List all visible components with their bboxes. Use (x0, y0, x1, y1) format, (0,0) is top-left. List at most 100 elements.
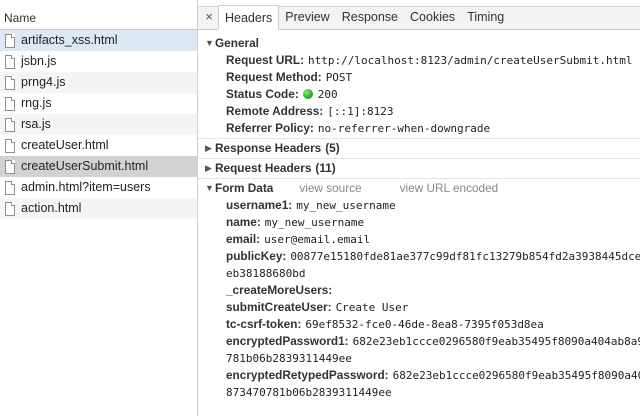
header-count: (5) (325, 141, 340, 155)
divider (198, 178, 640, 179)
field-label: encryptedRetypedPassword: (226, 368, 389, 382)
referrer-policy-row: Referrer Policy: no-referrer-when-downgra… (205, 120, 640, 137)
field-label: username1: (226, 198, 293, 212)
field-value: 00877e15180fde81ae377c99df81fc13279b854f… (290, 250, 640, 263)
remote-address-row: Remote Address: [::1]:8123 (205, 103, 640, 120)
field-value: 69ef8532-fce0-46de-8ea8-7395f053d8ea (305, 318, 544, 331)
field-value-continuation: 873470781b06b2839311449ee (226, 386, 392, 399)
request-item-action[interactable]: action.html (0, 198, 197, 219)
request-item-label: jsbn.js (21, 54, 57, 68)
request-item-label: rng.js (21, 96, 52, 110)
form-field-username1: username1: my_new_username (205, 197, 640, 214)
field-value: my_new_username (296, 199, 396, 212)
tab-response[interactable]: Response (336, 5, 404, 29)
view-url-encoded-link[interactable]: view URL encoded (400, 180, 499, 197)
document-icon (5, 117, 15, 132)
field-label: publicKey: (226, 249, 287, 263)
request-item-rng[interactable]: rng.js (0, 93, 197, 114)
request-item-jsbn[interactable]: jsbn.js (0, 51, 197, 72)
section-title: Response Headers (215, 141, 322, 155)
section-title: General (215, 36, 259, 50)
close-icon[interactable]: × (200, 5, 218, 29)
tab-cookies[interactable]: Cookies (404, 5, 461, 29)
document-icon (5, 54, 15, 69)
document-icon (5, 180, 15, 195)
triangle-right-icon: ▶ (205, 163, 212, 173)
form-field-encrypted-password1: encryptedPassword1: 682e23eb1ccce0296580f… (205, 333, 640, 350)
general-section-toggle[interactable]: ▼ General (205, 35, 640, 52)
request-item-createusersubmit[interactable]: createUserSubmit.html (0, 156, 197, 177)
triangle-right-icon: ▶ (205, 143, 212, 153)
form-field-name: name: my_new_username (205, 214, 640, 231)
remote-address-label: Remote Address: (226, 104, 324, 118)
request-item-createuser[interactable]: createUser.html (0, 135, 197, 156)
triangle-down-icon: ▼ (205, 38, 214, 48)
request-item-label: prng4.js (21, 75, 66, 89)
section-title: Form Data (215, 181, 274, 195)
field-value-continuation: eb38188680bd (226, 267, 306, 280)
form-field-publickey: publicKey: 00877e15180fde81ae377c99df81fc… (205, 248, 640, 265)
field-value: 682e23eb1ccce0296580f9eab35495f8090a40 (392, 369, 640, 382)
details-tabbar: × Headers Preview Response Cookies Timin… (198, 0, 640, 30)
status-code-label: Status Code: (226, 87, 299, 101)
status-code-value: 200 (317, 88, 338, 101)
form-field-encrypted-retyped-password: encryptedRetypedPassword: 682e23eb1ccce02… (205, 367, 640, 384)
request-item-label: createUserSubmit.html (21, 159, 149, 173)
header-count: (11) (315, 161, 336, 175)
request-method-row: Request Method: POST (205, 69, 640, 86)
field-label: _createMoreUsers: (226, 283, 333, 297)
form-data-toggle[interactable]: ▼ Form Data view source view URL encoded (205, 180, 640, 197)
field-value: Create User (335, 301, 409, 314)
referrer-policy-label: Referrer Policy: (226, 121, 314, 135)
view-source-link[interactable]: view source (299, 180, 361, 197)
form-field-csrf-token: tc-csrf-token: 69ef8532-fce0-46de-8ea8-73… (205, 316, 640, 333)
section-title: Request Headers (215, 161, 312, 175)
field-label: name: (226, 215, 261, 229)
tab-timing[interactable]: Timing (461, 5, 510, 29)
field-value: user@email.email (264, 233, 371, 246)
field-label: tc-csrf-token: (226, 317, 302, 331)
request-item-label: artifacts_xss.html (21, 33, 118, 47)
field-value: 682e23eb1ccce0296580f9eab35495f8090a404a… (352, 335, 640, 348)
tab-headers[interactable]: Headers (218, 5, 280, 30)
field-value-continuation: 781b06b2839311449ee (226, 352, 352, 365)
document-icon (5, 75, 15, 90)
document-icon (5, 138, 15, 153)
referrer-policy-value: no-referrer-when-downgrade (317, 122, 491, 135)
request-item-label: rsa.js (21, 117, 51, 131)
request-url-row: Request URL: http://localhost:8123/admin/… (205, 52, 640, 69)
form-field-create-more-users: _createMoreUsers: (205, 282, 640, 299)
request-details-panel: × Headers Preview Response Cookies Timin… (198, 0, 640, 416)
request-item-prng4[interactable]: prng4.js (0, 72, 197, 93)
status-code-row: Status Code: 200 (205, 86, 640, 103)
request-item-label: action.html (21, 201, 82, 215)
field-label: submitCreateUser: (226, 300, 332, 314)
field-label: encryptedPassword1: (226, 334, 349, 348)
divider (198, 138, 640, 139)
headers-content: ▼ General Request URL: http://localhost:8… (198, 30, 640, 401)
field-label: email: (226, 232, 261, 246)
document-icon (5, 33, 15, 48)
request-method-value: POST (325, 71, 353, 84)
status-ok-icon (302, 89, 313, 99)
triangle-down-icon: ▼ (205, 183, 214, 193)
request-headers-toggle[interactable]: ▶ Request Headers (11) (205, 160, 640, 177)
document-icon (5, 159, 15, 174)
form-field-submit-create-user: submitCreateUser: Create User (205, 299, 640, 316)
name-column-header[interactable]: Name (0, 0, 197, 30)
request-list: artifacts_xss.html jsbn.js prng4.js rng.… (0, 30, 197, 219)
tab-preview[interactable]: Preview (279, 5, 335, 29)
request-method-label: Request Method: (226, 70, 322, 84)
form-field-email: email: user@email.email (205, 231, 640, 248)
response-headers-toggle[interactable]: ▶ Response Headers (5) (205, 140, 640, 157)
request-url-value: http://localhost:8123/admin/createUserSu… (308, 54, 633, 67)
request-item-artifacts-xss[interactable]: artifacts_xss.html (0, 30, 197, 51)
request-item-label: createUser.html (21, 138, 109, 152)
request-list-panel: Name artifacts_xss.html jsbn.js prng4.js… (0, 0, 198, 416)
field-value: my_new_username (264, 216, 365, 229)
document-icon (5, 96, 15, 111)
document-icon (5, 201, 15, 216)
request-item-admin[interactable]: admin.html?item=users (0, 177, 197, 198)
request-item-rsa[interactable]: rsa.js (0, 114, 197, 135)
divider (198, 158, 640, 159)
